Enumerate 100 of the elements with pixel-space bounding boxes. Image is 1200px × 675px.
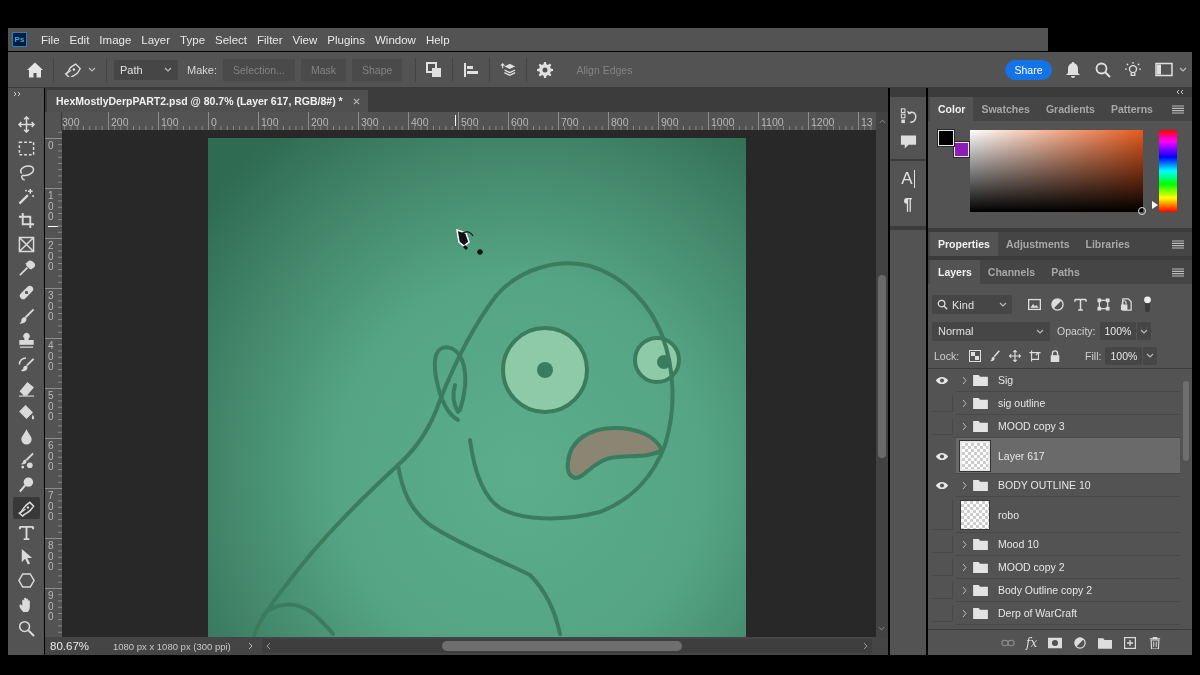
pen-tool-button[interactable]	[12, 497, 40, 519]
mode-dropdown[interactable]: Path	[114, 59, 178, 80]
artboard-icon[interactable]	[1029, 349, 1042, 362]
layer-row[interactable]: Sig	[956, 369, 1180, 392]
move-arrows-icon[interactable]	[1009, 349, 1022, 362]
layer-row[interactable]: Derp of WarCraft	[956, 602, 1180, 625]
chevron-right-icon[interactable]	[962, 585, 967, 595]
half-circle-icon[interactable]	[1051, 298, 1064, 311]
image-filter-icon[interactable]	[1028, 298, 1041, 311]
layer-row[interactable]: sig outline	[956, 392, 1180, 415]
checkerboard-icon[interactable]	[969, 349, 982, 362]
fill-field[interactable]: 100%	[1105, 346, 1143, 365]
layer-row[interactable]: Mood 10	[956, 533, 1180, 556]
ruler-label: 100	[161, 116, 179, 128]
panel-tab[interactable]: Gradients	[1037, 97, 1103, 121]
mask-icon[interactable]	[1048, 636, 1063, 649]
share-button[interactable]: Share	[1005, 59, 1052, 80]
transform-box-icon[interactable]	[1097, 298, 1110, 311]
document-size-info: 1080 px x 1080 px (300 ppi)	[113, 640, 232, 652]
panel-tab[interactable]: Adjustments	[997, 232, 1078, 256]
opacity-dropdown-button[interactable]	[1137, 322, 1152, 340]
menu-item[interactable]: File	[36, 31, 65, 48]
menu-item[interactable]: Select	[210, 31, 252, 48]
magic-wand-icon	[17, 187, 35, 205]
panel-tab[interactable]: Libraries	[1077, 232, 1138, 256]
chevron-right-icon[interactable]	[962, 539, 967, 549]
overlapping-squares-icon	[426, 61, 443, 78]
layer-row[interactable]: BODY OUTLINE 10	[956, 474, 1180, 497]
blend-mode-dropdown[interactable]: Normal	[932, 321, 1050, 341]
menu-item[interactable]: Type	[175, 31, 211, 48]
chevron-right-icon[interactable]	[248, 642, 253, 650]
chevron-right-icon[interactable]	[962, 608, 967, 618]
close-icon[interactable]	[352, 97, 360, 105]
scrollbar-thumb[interactable]	[442, 641, 682, 651]
horizontal-scrollbar[interactable]	[262, 639, 872, 653]
lasso-icon	[17, 163, 35, 181]
filter-kind-dropdown[interactable]: Kind	[932, 295, 1012, 314]
chevron-right-icon[interactable]	[962, 421, 967, 431]
panel-tab[interactable]: Swatches	[973, 97, 1038, 121]
folder-icon[interactable]	[1098, 636, 1113, 649]
panel-tab[interactable]: Properties	[930, 232, 998, 256]
locked-document-icon[interactable]	[1120, 298, 1133, 311]
double-chevron-icon[interactable]	[13, 91, 22, 97]
menu-icon[interactable]	[1172, 267, 1184, 277]
chevron-up-icon	[878, 118, 886, 124]
chevron-right-icon[interactable]	[962, 480, 967, 490]
brush-icon[interactable]	[989, 349, 1002, 362]
layer-row[interactable]: robo	[956, 497, 1180, 533]
ruler-label: 200	[111, 116, 129, 128]
scrollbar-thumb[interactable]	[1183, 381, 1189, 461]
fill-dropdown-button[interactable]	[1143, 346, 1158, 365]
background-color-swatch[interactable]	[954, 142, 969, 157]
panel-tab[interactable]: Patterns	[1102, 97, 1161, 121]
chevron-right-icon[interactable]	[962, 398, 967, 408]
caret-icon	[88, 67, 96, 72]
chevron-right-icon[interactable]	[962, 375, 967, 385]
chevron-right-icon[interactable]	[863, 642, 868, 650]
menu-item[interactable]: Filter	[252, 31, 288, 48]
zoom-level-field[interactable]: 80.67%	[45, 640, 105, 652]
new-layer-icon[interactable]	[1123, 636, 1138, 649]
ruler-label: 500	[48, 391, 55, 423]
chevron-right-icon[interactable]	[962, 562, 967, 572]
character-panel-button[interactable]: A	[901, 170, 915, 188]
scrollbar-thumb[interactable]	[878, 275, 886, 458]
ruler-label: 400	[48, 341, 55, 373]
filter-toggle-icon[interactable]	[1143, 296, 1152, 313]
eraser-icon	[17, 379, 35, 397]
menu-icon[interactable]	[1172, 104, 1184, 114]
layer-row[interactable]: MOOD copy 2	[956, 556, 1180, 579]
panel-tab[interactable]: Channels	[979, 260, 1044, 284]
menu-item[interactable]: Help	[420, 31, 455, 48]
paragraph-panel-button[interactable]: ¶	[895, 192, 921, 218]
menu-item[interactable]: Layer	[136, 31, 176, 48]
layer-row[interactable]: Body Outline copy 2	[956, 579, 1180, 602]
ruler-label: 800	[611, 116, 629, 128]
menu-item[interactable]: Plugins	[322, 31, 370, 48]
caret-icon	[164, 67, 172, 72]
app-logo[interactable]: Ps	[12, 32, 27, 47]
menu-item[interactable]: Window	[370, 31, 421, 48]
layer-row[interactable]: Layer 617	[956, 438, 1180, 474]
ruler-label: 700	[561, 116, 579, 128]
chevron-left-icon[interactable]	[266, 642, 271, 650]
layer-style-button[interactable]: fx	[1026, 635, 1038, 650]
menu-item[interactable]: Image	[94, 31, 137, 48]
menu-icon[interactable]	[1172, 239, 1184, 249]
foreground-color-swatch[interactable]	[938, 130, 954, 146]
panel-tab[interactable]: Layers	[930, 260, 980, 284]
type-icon[interactable]	[1074, 298, 1087, 311]
trash-icon[interactable]	[1148, 636, 1163, 649]
document-tab[interactable]: HexMostlyDerpPART2.psd @ 80.7% (Layer 617, RGB/8#) *	[47, 90, 368, 112]
crop-icon	[17, 211, 35, 229]
menu-item[interactable]: Edit	[64, 31, 95, 48]
color-picker-field[interactable]	[970, 130, 1143, 212]
panel-tab[interactable]: Paths	[1043, 260, 1088, 284]
double-chevron-icon[interactable]	[1175, 89, 1184, 95]
panel-tab[interactable]: Color	[930, 97, 974, 121]
lock-icon[interactable]	[1049, 349, 1062, 362]
half-circle-icon[interactable]	[1073, 636, 1088, 649]
menu-item[interactable]: View	[287, 31, 323, 48]
opacity-field[interactable]: 100%	[1099, 322, 1137, 340]
